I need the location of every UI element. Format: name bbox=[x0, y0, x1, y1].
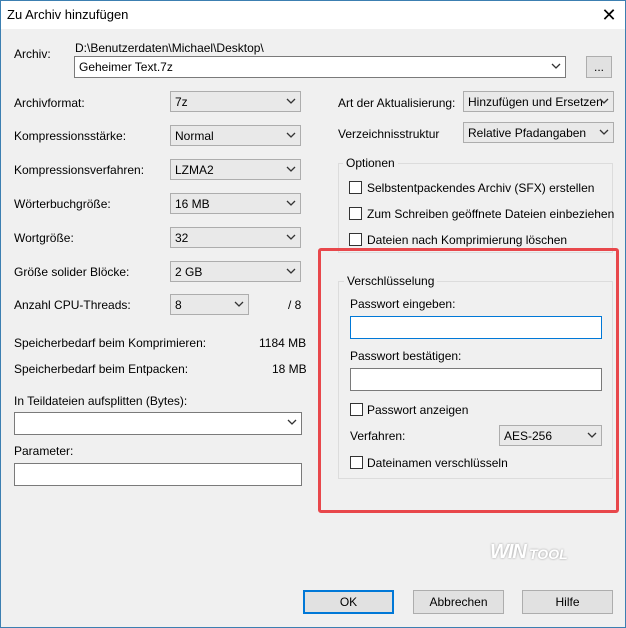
compression-method-value: LZMA2 bbox=[175, 163, 214, 177]
browse-button[interactable]: ... bbox=[586, 56, 612, 78]
ok-button[interactable]: OK bbox=[303, 590, 394, 614]
dialog-window: Zu Archiv hinzufügen ✕ Archiv: D:\Benutz… bbox=[0, 0, 626, 628]
compression-level-select[interactable]: Normal bbox=[170, 125, 301, 146]
cancel-button[interactable]: Abbrechen bbox=[413, 590, 504, 614]
help-button[interactable]: Hilfe bbox=[522, 590, 613, 614]
chevron-down-icon bbox=[286, 234, 296, 240]
cpu-threads-label: Anzahl CPU-Threads: bbox=[14, 298, 131, 312]
dictionary-size-label: Wörterbuchgröße: bbox=[14, 197, 111, 211]
path-mode-label: Verzeichnisstruktur bbox=[338, 127, 440, 141]
word-size-label: Wortgröße: bbox=[14, 231, 74, 245]
memory-compress-label: Speicherbedarf beim Komprimieren: bbox=[14, 336, 207, 350]
chevron-down-icon bbox=[599, 129, 609, 135]
archive-name-value: Geheimer Text.7z bbox=[79, 60, 173, 74]
word-size-value: 32 bbox=[175, 231, 189, 245]
compression-level-value: Normal bbox=[175, 129, 214, 143]
dictionary-size-value: 16 MB bbox=[175, 197, 210, 211]
title-bar: Zu Archiv hinzufügen ✕ bbox=[1, 1, 625, 29]
dictionary-size-select[interactable]: 16 MB bbox=[170, 193, 301, 214]
window-title: Zu Archiv hinzufügen bbox=[7, 7, 129, 22]
chevron-down-icon bbox=[286, 166, 296, 172]
solid-block-value: 2 GB bbox=[175, 265, 203, 279]
solid-block-label: Größe solider Blöcke: bbox=[14, 265, 130, 279]
delete-after-checkbox[interactable] bbox=[349, 233, 362, 246]
chevron-down-icon bbox=[286, 98, 296, 104]
memory-decompress-value: 18 MB bbox=[272, 362, 307, 376]
path-mode-select[interactable]: Relative Pfadangaben bbox=[463, 122, 614, 143]
word-size-select[interactable]: 32 bbox=[170, 227, 301, 248]
chevron-down-icon bbox=[234, 301, 244, 307]
compression-level-label: Kompressionsstärke: bbox=[14, 129, 127, 143]
close-icon[interactable]: ✕ bbox=[595, 3, 623, 27]
format-label: Archivformat: bbox=[14, 96, 85, 110]
format-value: 7z bbox=[175, 95, 188, 109]
memory-decompress-label: Speicherbedarf beim Entpacken: bbox=[14, 362, 189, 376]
delete-after-label: Dateien nach Komprimierung löschen bbox=[367, 233, 568, 247]
archive-path: D:\Benutzerdaten\Michael\Desktop\ bbox=[75, 41, 264, 55]
compression-method-select[interactable]: LZMA2 bbox=[170, 159, 301, 180]
watermark-logo: WIN bbox=[490, 541, 527, 563]
split-label: In Teildateien aufsplitten (Bytes): bbox=[14, 394, 188, 408]
update-mode-select[interactable]: Hinzufügen und Ersetzen bbox=[463, 91, 614, 112]
path-mode-value: Relative Pfadangaben bbox=[468, 126, 587, 140]
options-group-title: Optionen bbox=[343, 156, 398, 170]
update-mode-label: Art der Aktualisierung: bbox=[338, 96, 456, 110]
archive-label: Archiv: bbox=[14, 47, 51, 61]
cpu-threads-value: 8 bbox=[175, 298, 182, 312]
chevron-down-icon bbox=[599, 98, 609, 104]
cpu-threads-total: / 8 bbox=[288, 298, 302, 312]
chevron-down-icon bbox=[286, 200, 296, 206]
watermark-logo-suffix: TOOL bbox=[529, 546, 568, 562]
sfx-label: Selbstentpackendes Archiv (SFX) erstelle… bbox=[367, 181, 595, 195]
cpu-threads-select[interactable]: 8 bbox=[170, 294, 249, 315]
sfx-checkbox[interactable] bbox=[349, 181, 362, 194]
chevron-down-icon bbox=[286, 268, 296, 274]
update-mode-value: Hinzufügen und Ersetzen bbox=[468, 95, 603, 109]
archive-name-combobox[interactable]: Geheimer Text.7z bbox=[74, 56, 566, 78]
compression-method-label: Kompressionsverfahren: bbox=[14, 163, 145, 177]
chevron-down-icon bbox=[551, 63, 561, 69]
memory-compress-value: 1184 MB bbox=[259, 336, 307, 350]
parameters-input[interactable] bbox=[14, 463, 302, 486]
highlight-box bbox=[318, 248, 619, 513]
format-select[interactable]: 7z bbox=[170, 91, 301, 112]
solid-block-select[interactable]: 2 GB bbox=[170, 261, 301, 282]
split-combobox[interactable] bbox=[14, 412, 302, 435]
parameters-label: Parameter: bbox=[14, 444, 74, 458]
chevron-down-icon bbox=[287, 419, 297, 425]
chevron-down-icon bbox=[286, 132, 296, 138]
shared-files-checkbox[interactable] bbox=[349, 207, 362, 220]
shared-files-label: Zum Schreiben geöffnete Dateien einbezie… bbox=[367, 207, 615, 221]
